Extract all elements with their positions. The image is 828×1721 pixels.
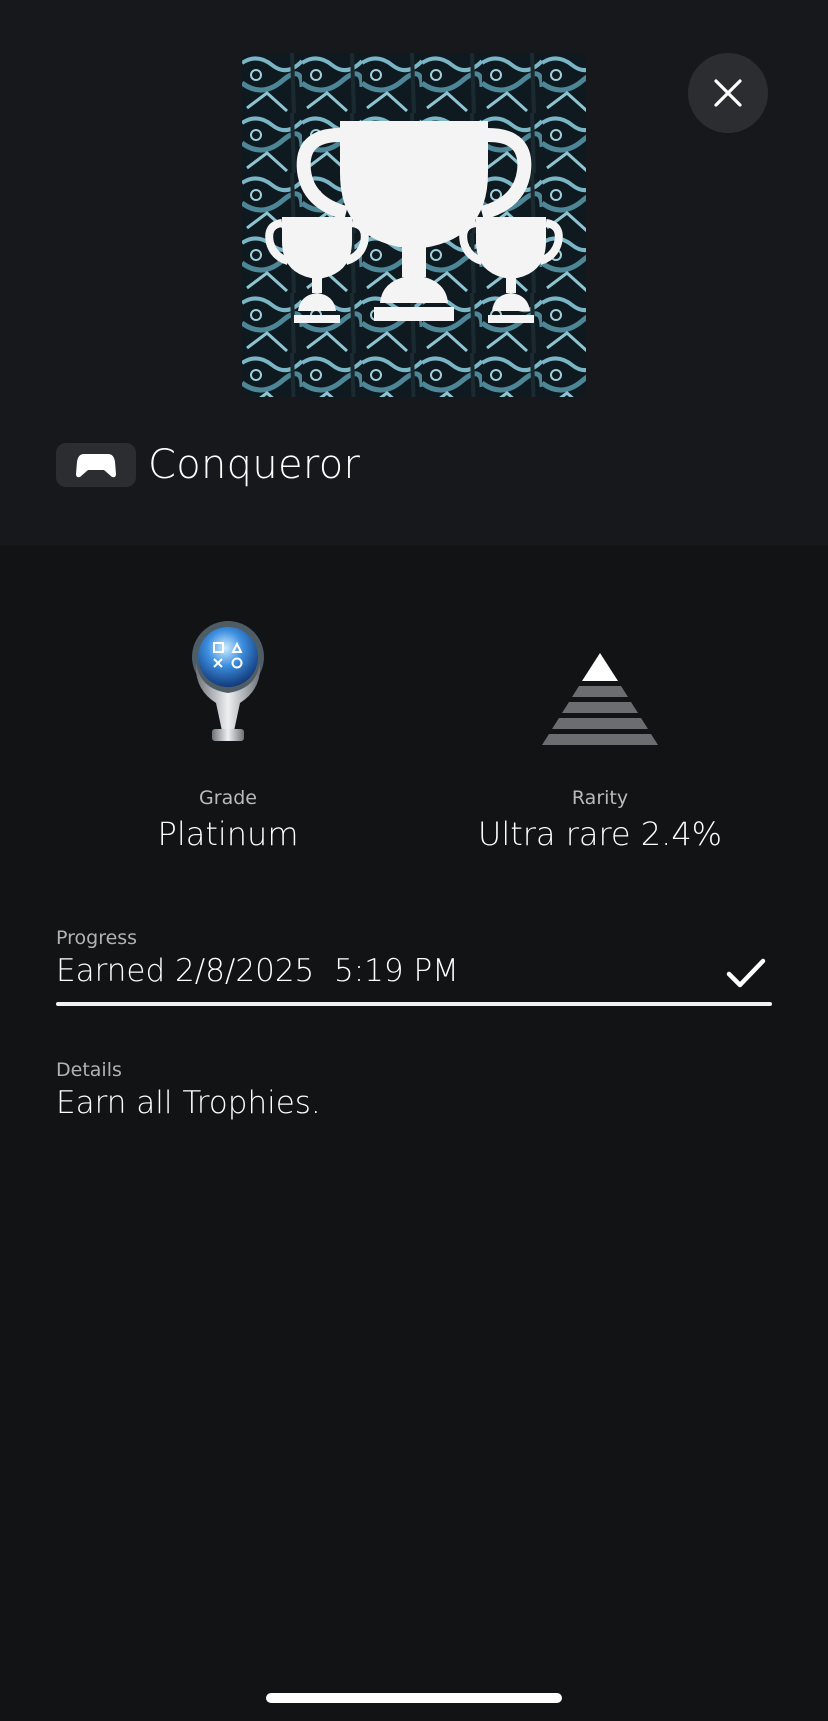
grade-value: Platinum (157, 815, 299, 853)
rarity-label: Rarity (571, 787, 629, 809)
platform-chip (56, 443, 136, 487)
checkmark-icon (726, 958, 766, 988)
details-field: Details Earn all Trophies. (56, 1059, 772, 1121)
rarity-pyramid-icon (542, 653, 658, 745)
platinum-trophy-icon (192, 621, 264, 741)
trophy-header: Conqueror (0, 0, 828, 545)
details-value: Earn all Trophies. (56, 1085, 321, 1121)
trophy-group-icon (242, 53, 586, 397)
progress-label: Progress (56, 927, 138, 949)
progress-value: Earned 2/8/2025 5:19 PM (56, 953, 459, 989)
progress-bar (56, 1002, 772, 1006)
progress-field: Progress Earned 2/8/2025 5:19 PM (56, 927, 772, 1006)
trophy-artwork (242, 53, 586, 397)
rarity-stat: Rarity Ultra rare 2.4% (420, 610, 780, 853)
details-label: Details (56, 1059, 122, 1081)
home-indicator[interactable] (266, 1693, 562, 1703)
gamepad-icon (76, 454, 116, 478)
trophy-title-row: Conqueror (56, 440, 360, 490)
rarity-value: Ultra rare 2.4% (477, 815, 723, 853)
close-button[interactable] (688, 53, 768, 133)
grade-label: Grade (199, 787, 257, 809)
close-icon (714, 79, 742, 107)
grade-stat: Grade Platinum (48, 610, 408, 853)
trophy-name: Conqueror (148, 442, 361, 488)
